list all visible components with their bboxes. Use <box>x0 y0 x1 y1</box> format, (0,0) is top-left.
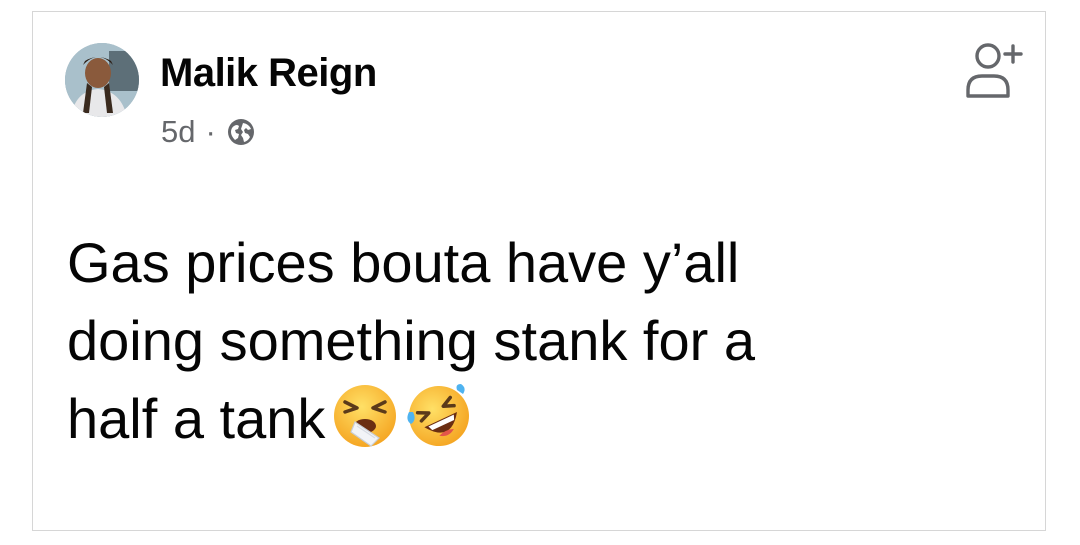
avatar[interactable] <box>65 43 139 117</box>
post-time[interactable]: 5d <box>161 114 195 150</box>
avatar-image <box>65 43 139 117</box>
post-text: Gas prices bouta have y’all doing someth… <box>67 224 1007 458</box>
globe-icon[interactable] <box>226 117 256 147</box>
author-name[interactable]: Malik Reign <box>160 50 377 96</box>
post-card: Malik Reign 5d · Gas prices bouta have y… <box>32 11 1046 531</box>
meta-separator: · <box>205 114 216 149</box>
rolling-on-floor-laughing-emoji <box>407 384 470 446</box>
tired-face-emoji <box>334 385 397 447</box>
add-friend-icon[interactable] <box>963 38 1023 100</box>
post-meta: 5d · <box>161 114 256 150</box>
